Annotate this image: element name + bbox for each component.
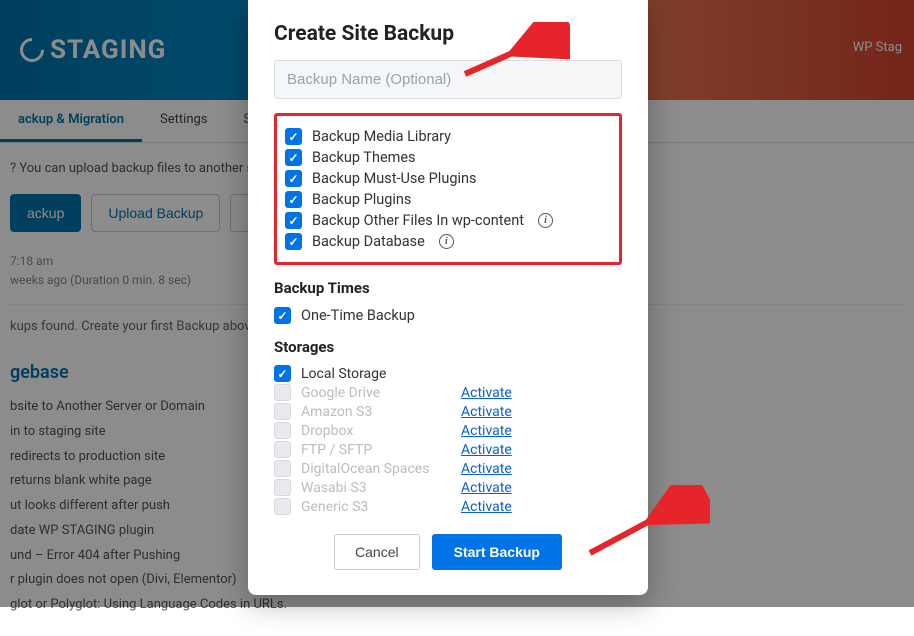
checkbox-icon[interactable]: [285, 212, 302, 229]
cancel-button[interactable]: Cancel: [334, 534, 420, 570]
checkbox-icon: [274, 460, 291, 477]
storage-label: Local Storage: [301, 366, 386, 382]
storage-label: Wasabi S3: [301, 480, 451, 496]
option-mu-plugins[interactable]: Backup Must-Use Plugins: [285, 168, 611, 189]
storage-google-drive: Google Drive Activate: [274, 383, 622, 402]
checkbox-icon: [274, 498, 291, 515]
modal-title: Create Site Backup: [274, 22, 622, 46]
storage-wasabi: Wasabi S3 Activate: [274, 478, 622, 497]
checkbox-icon: [274, 422, 291, 439]
checkbox-icon: [274, 479, 291, 496]
storage-local[interactable]: Local Storage: [274, 364, 622, 383]
checkbox-icon[interactable]: [274, 365, 291, 382]
backup-name-input[interactable]: [274, 60, 622, 99]
modal-footer: Cancel Start Backup: [274, 534, 622, 570]
storage-label: Amazon S3: [301, 404, 451, 420]
checkbox-icon[interactable]: [285, 191, 302, 208]
storage-generic-s3: Generic S3 Activate: [274, 497, 622, 516]
option-label: Backup Other Files In wp-content: [312, 212, 524, 229]
storage-label: DigitalOcean Spaces: [301, 461, 451, 477]
start-backup-button[interactable]: Start Backup: [432, 534, 562, 570]
option-onetime[interactable]: One-Time Backup: [274, 305, 622, 326]
option-themes[interactable]: Backup Themes: [285, 147, 611, 168]
checkbox-icon[interactable]: [285, 170, 302, 187]
option-label: Backup Plugins: [312, 191, 411, 208]
activate-link[interactable]: Activate: [461, 499, 512, 515]
storages-heading: Storages: [274, 338, 622, 356]
storage-ftp: FTP / SFTP Activate: [274, 440, 622, 459]
activate-link[interactable]: Activate: [461, 480, 512, 496]
option-plugins[interactable]: Backup Plugins: [285, 189, 611, 210]
checkbox-icon[interactable]: [285, 149, 302, 166]
storage-label: FTP / SFTP: [301, 442, 451, 458]
storage-label: Generic S3: [301, 499, 451, 515]
checkbox-icon[interactable]: [274, 307, 291, 324]
storage-amazon-s3: Amazon S3 Activate: [274, 402, 622, 421]
info-icon[interactable]: i: [538, 213, 553, 228]
info-icon[interactable]: i: [439, 234, 454, 249]
checkbox-icon[interactable]: [285, 128, 302, 145]
storage-label: Google Drive: [301, 385, 451, 401]
checkbox-icon[interactable]: [285, 233, 302, 250]
option-other-files[interactable]: Backup Other Files In wp-content i: [285, 210, 611, 231]
option-database[interactable]: Backup Database i: [285, 231, 611, 252]
backup-times-heading: Backup Times: [274, 279, 622, 297]
checkbox-icon: [274, 441, 291, 458]
option-label: Backup Database: [312, 233, 425, 250]
option-label: Backup Must-Use Plugins: [312, 170, 476, 187]
activate-link[interactable]: Activate: [461, 442, 512, 458]
option-label: One-Time Backup: [301, 307, 415, 324]
create-backup-modal: Create Site Backup Backup Media Library …: [248, 0, 648, 595]
activate-link[interactable]: Activate: [461, 404, 512, 420]
activate-link[interactable]: Activate: [461, 385, 512, 401]
storage-digitalocean: DigitalOcean Spaces Activate: [274, 459, 622, 478]
option-media-library[interactable]: Backup Media Library: [285, 126, 611, 147]
option-label: Backup Media Library: [312, 128, 451, 145]
activate-link[interactable]: Activate: [461, 461, 512, 477]
option-label: Backup Themes: [312, 149, 416, 166]
checkbox-icon: [274, 403, 291, 420]
checkbox-icon: [274, 384, 291, 401]
activate-link[interactable]: Activate: [461, 423, 512, 439]
backup-options-group: Backup Media Library Backup Themes Backu…: [274, 113, 622, 265]
storage-label: Dropbox: [301, 423, 451, 439]
storage-dropbox: Dropbox Activate: [274, 421, 622, 440]
